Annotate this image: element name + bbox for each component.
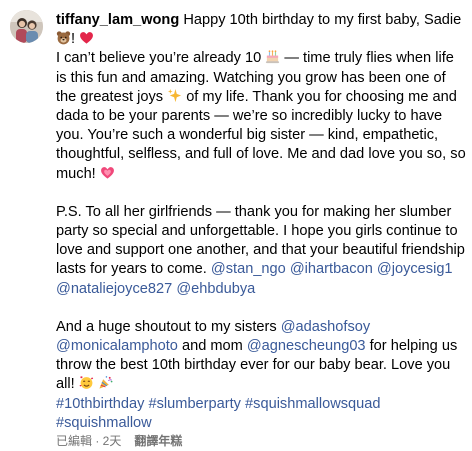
bear-face-emoji-icon xyxy=(56,30,71,45)
growing-heart-emoji-icon xyxy=(100,165,115,180)
mention-link[interactable]: @joycesig1 xyxy=(377,261,453,277)
caption-paragraph-3: And a huge shoutout to my sisters @adash… xyxy=(56,318,466,395)
edited-timestamp: 已編輯 · 2天 xyxy=(56,434,122,448)
caption-paragraph-3-b: and mom xyxy=(177,338,247,355)
red-heart-emoji-icon xyxy=(79,30,94,45)
caption-intro-text: Happy 10th birthday to my first baby, Sa… xyxy=(179,12,462,28)
avatar-photo xyxy=(10,10,43,43)
mention-link[interactable]: @monicalamphoto xyxy=(56,338,178,354)
post-caption-row: tiffany_lam_wong Happy 10th birthday to … xyxy=(10,10,466,433)
username-link[interactable]: tiffany_lam_wong xyxy=(56,12,179,28)
hashtag-link[interactable]: #slumberparty xyxy=(149,396,241,412)
sparkles-emoji-icon xyxy=(167,88,182,103)
party-popper-emoji-icon xyxy=(98,375,113,390)
post-caption: tiffany_lam_wong Happy 10th birthday to … xyxy=(56,11,466,433)
avatar[interactable] xyxy=(10,10,43,43)
smiling-face-with-hearts-emoji-icon xyxy=(79,375,94,390)
caption-intro-end: ! xyxy=(71,31,80,48)
caption-hashtags: #10thbirthday #slumberparty #squishmallo… xyxy=(56,395,466,433)
birthday-cake-emoji-icon xyxy=(265,49,280,64)
caption-paragraph-2: P.S. To all her girlfriends — thank you … xyxy=(56,203,466,299)
mention-link[interactable]: @stan_ngo xyxy=(211,261,286,277)
caption-paragraph-1-a: I can’t believe you’re already 10 xyxy=(56,50,266,67)
mention-link[interactable]: @agnescheung03 xyxy=(247,338,366,354)
post-meta-row: 已編輯 · 2天 翻譯年糕 xyxy=(56,434,182,448)
mention-link[interactable]: @ehbdubya xyxy=(176,281,255,297)
caption-intro: tiffany_lam_wong Happy 10th birthday to … xyxy=(56,11,466,49)
hashtag-link[interactable]: #squishmallowsquad xyxy=(245,396,380,412)
hashtag-link[interactable]: #10thbirthday xyxy=(56,396,144,412)
mention-link[interactable]: @adashofsoy xyxy=(281,319,370,335)
mention-link[interactable]: @ihartbacon xyxy=(290,261,373,277)
caption-paragraph-1: I can’t believe you’re already 10 — time… xyxy=(56,49,466,183)
mention-link[interactable]: @nataliejoyce827 xyxy=(56,281,172,297)
hashtag-link[interactable]: #squishmallow xyxy=(56,415,152,431)
caption-paragraph-3-a: And a huge shoutout to my sisters xyxy=(56,318,281,335)
see-translation-button[interactable]: 翻譯年糕 xyxy=(134,434,182,448)
